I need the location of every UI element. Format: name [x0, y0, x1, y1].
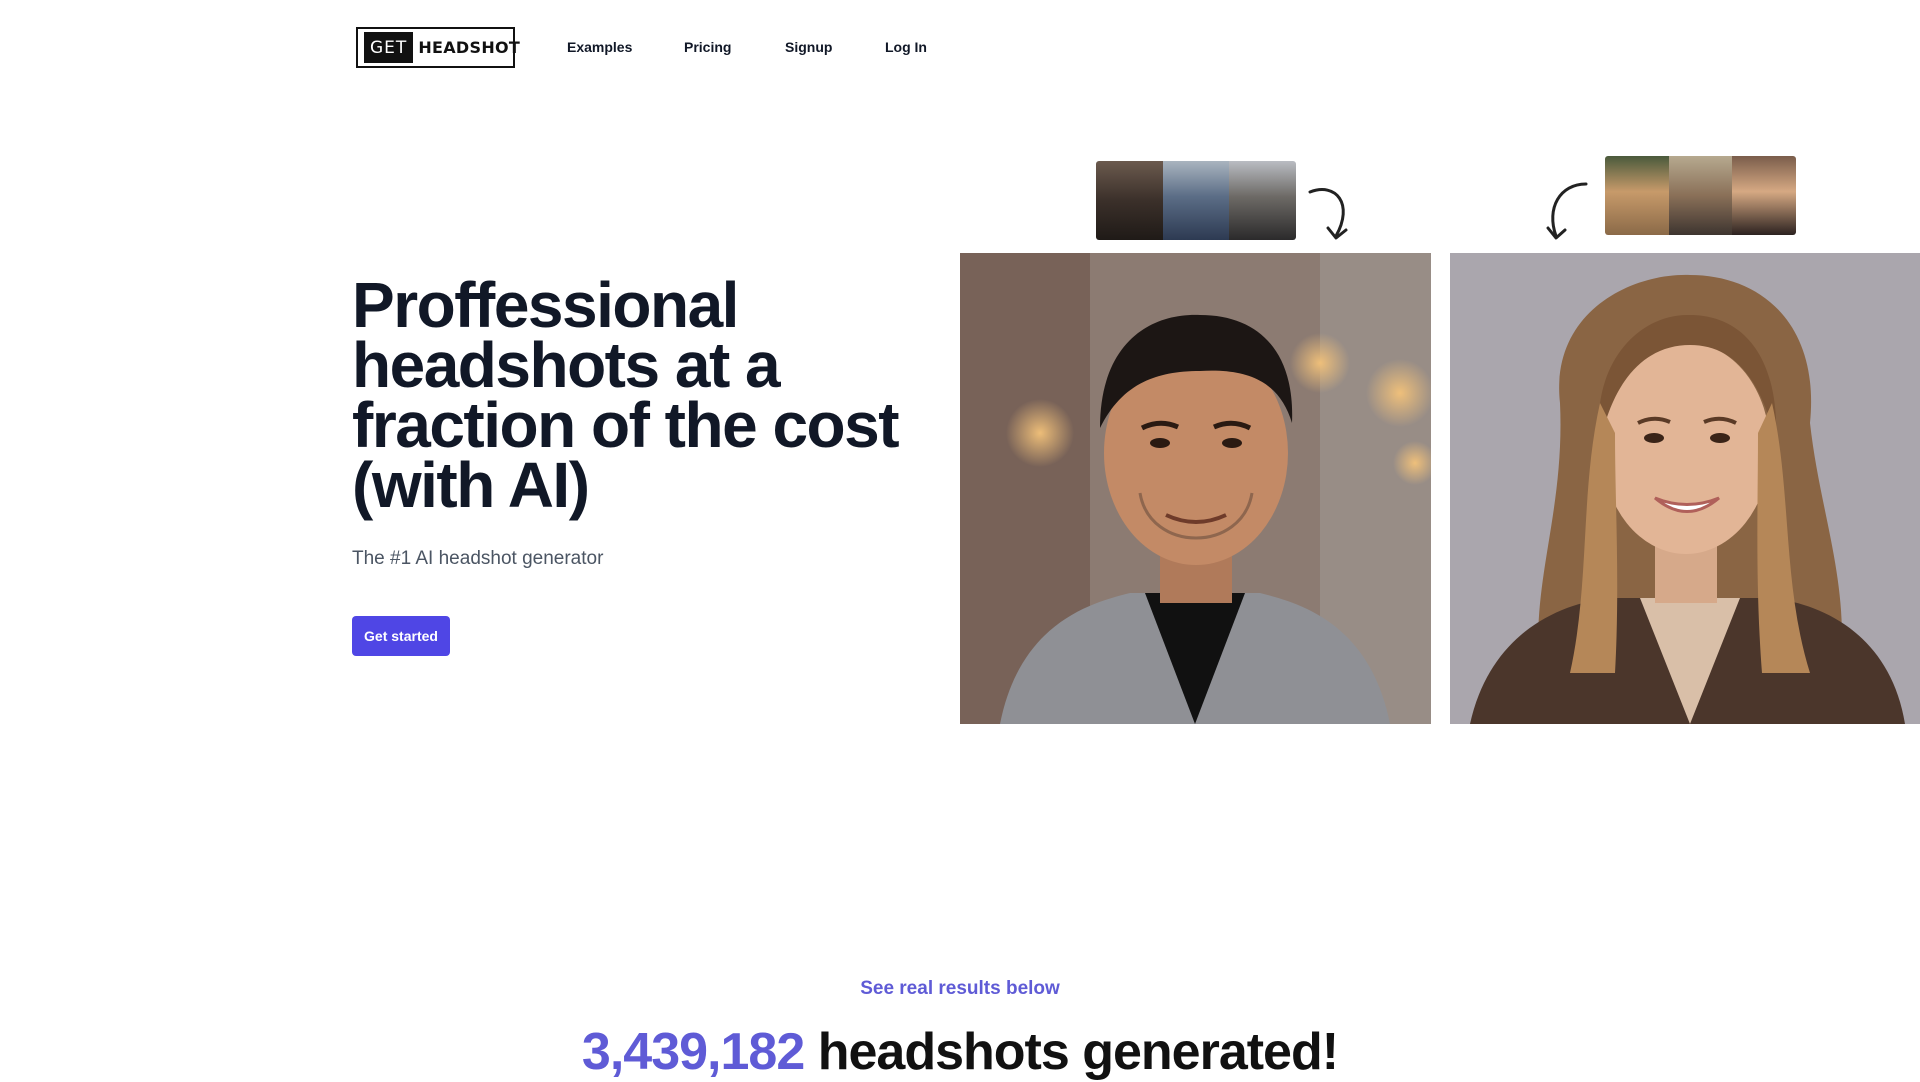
selfie-thumbnail — [1605, 156, 1669, 235]
selfie-thumbnail — [1096, 161, 1163, 240]
headshot-portrait-woman — [1450, 253, 1920, 724]
headshot-portrait-man — [960, 253, 1431, 724]
portrait-man-illustration — [960, 253, 1431, 724]
get-started-button[interactable]: Get started — [352, 616, 450, 656]
nav-link-signup[interactable]: Signup — [785, 39, 832, 55]
nav-link-pricing[interactable]: Pricing — [684, 39, 731, 55]
nav-link-login[interactable]: Log In — [885, 39, 927, 55]
logo-headshot-text: HEADSHOT — [418, 38, 521, 57]
selfie-thumbnail — [1668, 156, 1733, 235]
hero-title: Proffessional headshots at a fraction of… — [352, 273, 912, 517]
brand-logo[interactable]: GET HEADSHOT — [356, 27, 520, 68]
curved-arrow-down-right-icon — [1308, 188, 1348, 240]
curved-arrow-down-left-icon — [1546, 182, 1588, 240]
input-selfies-woman — [1605, 156, 1796, 235]
selfie-thumbnail — [1229, 161, 1296, 240]
top-navigation: GET HEADSHOT Examples Pricing Signup Log… — [0, 0, 1920, 96]
hero-title-line: (with AI) — [352, 449, 590, 521]
hero-subtitle: The #1 AI headshot generator — [352, 548, 604, 569]
logo-get-text: GET — [364, 32, 414, 63]
headshots-count-suffix: headshots generated! — [804, 1023, 1339, 1081]
headshots-count-heading: 3,439,182 headshots generated! — [0, 1022, 1920, 1082]
selfie-thumbnail — [1162, 161, 1230, 240]
nav-link-examples[interactable]: Examples — [567, 39, 632, 55]
input-selfies-man — [1096, 161, 1296, 240]
selfie-thumbnail — [1732, 156, 1796, 235]
portrait-woman-illustration — [1450, 253, 1920, 724]
see-results-eyebrow[interactable]: See real results below — [0, 978, 1920, 1000]
headshots-count-number: 3,439,182 — [581, 1023, 805, 1081]
